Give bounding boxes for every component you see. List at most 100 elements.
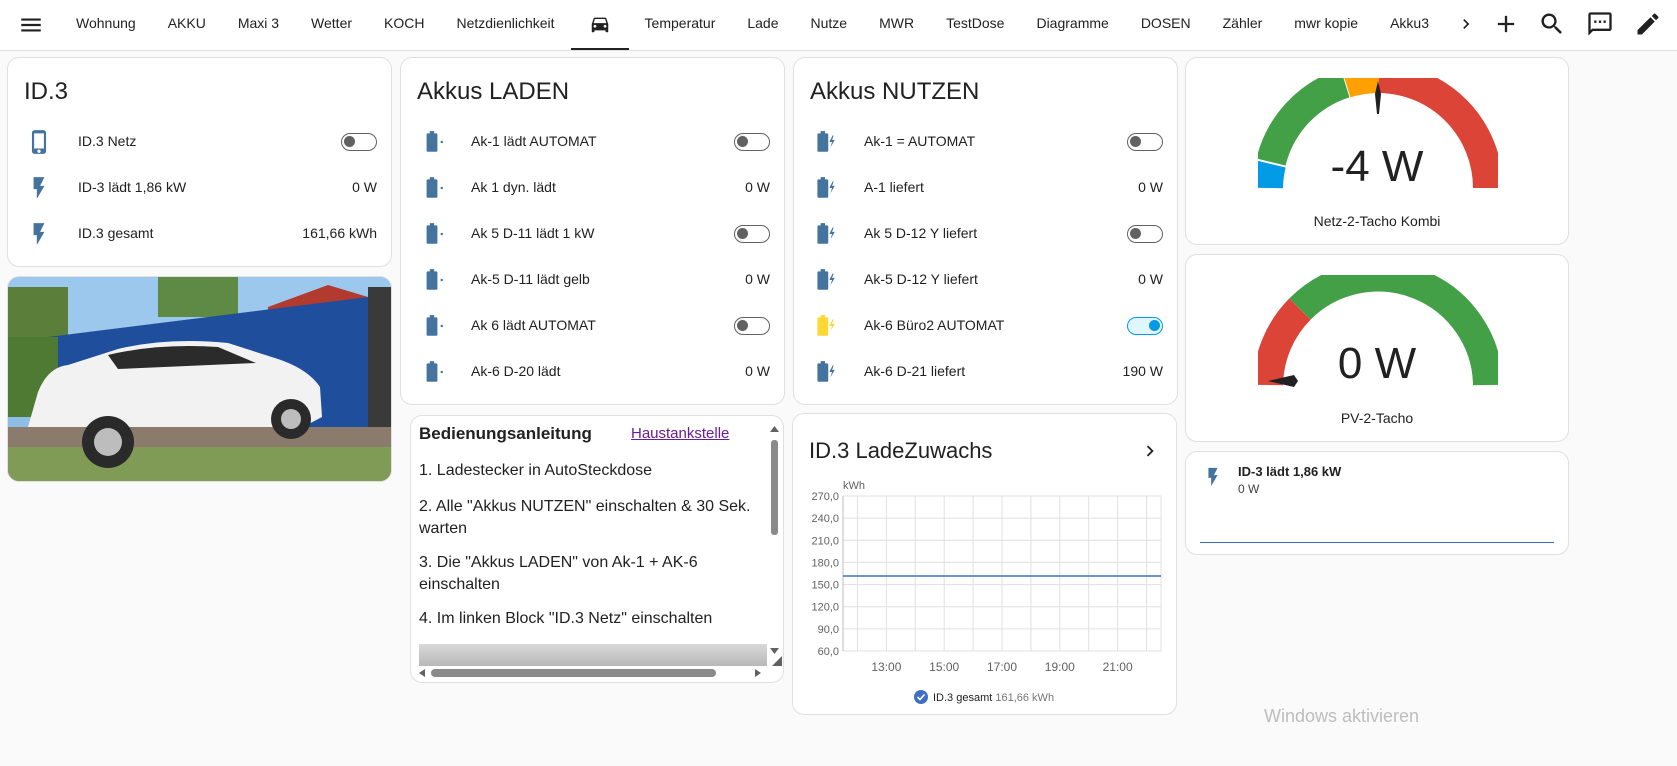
entity-value: 161,66 kWh [302, 225, 377, 241]
entity-row[interactable]: Ak 1 dyn. lädt 0 W [401, 164, 784, 210]
instruction-step: 3. Die "Akkus LADEN" von Ak-1 + AK-6 ein… [419, 554, 698, 593]
toggle-switch[interactable] [734, 133, 770, 151]
tab-akku3[interactable]: Akku3 [1374, 0, 1445, 50]
x-tick-label: 21:00 [1103, 660, 1133, 674]
entity-row[interactable]: Ak 5 D-11 lädt 1 kW [401, 210, 784, 256]
sensor-value: 0 W [1238, 482, 1260, 496]
entity-label: Ak-5 D-11 lädt gelb [471, 271, 590, 287]
entity-row-id3-gesamt[interactable]: ID.3 gesamt 161,66 kWh [8, 210, 391, 256]
flash-icon [33, 177, 45, 199]
chevron-right-icon[interactable] [1139, 440, 1161, 462]
entity-value: 190 W [1122, 363, 1163, 379]
toggle-switch[interactable] [734, 225, 770, 243]
toggle-switch[interactable] [734, 317, 770, 335]
entity-row[interactable]: Ak-5 D-12 Y liefert 0 W [794, 256, 1177, 302]
chevron-right-icon[interactable] [1456, 14, 1476, 34]
entity-row[interactable]: Ak 5 D-12 Y liefert [794, 210, 1177, 256]
entity-row[interactable]: Ak-1 lädt AUTOMAT [401, 118, 784, 164]
tab-wetter[interactable]: Wetter [295, 0, 368, 50]
tab-dosen[interactable]: DOSEN [1125, 0, 1207, 50]
battery-charging-icon [426, 177, 443, 198]
tab-lade[interactable]: Lade [731, 0, 794, 50]
tab-mwr[interactable]: MWR [863, 0, 930, 50]
battery-bolt-icon [817, 315, 835, 336]
entity-value: 0 W [745, 271, 770, 287]
tab-nutze[interactable]: Nutze [795, 0, 864, 50]
entity-row[interactable]: A-1 liefert 0 W [794, 164, 1177, 210]
entity-label: Ak-6 D-21 liefert [864, 363, 966, 379]
horizontal-scrollbar[interactable] [415, 666, 765, 680]
x-tick-label: 19:00 [1045, 660, 1075, 674]
tab-netzdienlichkeit[interactable]: Netzdienlichkeit [440, 0, 570, 50]
instruction-step: 1. Ladestecker in AutoSteckdose [419, 462, 653, 479]
tab-diagramme[interactable]: Diagramme [1020, 0, 1124, 50]
gauge-label: PV-2-Tacho [1340, 410, 1414, 426]
x-tick-label: 15:00 [929, 660, 959, 674]
flash-icon [33, 223, 45, 245]
entity-value: 0 W [745, 179, 770, 195]
car-icon [591, 17, 608, 33]
tab-wohnung[interactable]: Wohnung [60, 0, 152, 50]
tab-koch[interactable]: KOCH [368, 0, 440, 50]
y-tick-label: 90,0 [818, 624, 839, 636]
card-title: Akkus NUTZEN [810, 78, 980, 105]
add-icon[interactable] [1492, 10, 1520, 38]
entity-value: 0 W [745, 363, 770, 379]
toggle-switch[interactable] [341, 133, 377, 151]
y-tick-label: 270,0 [811, 491, 839, 503]
vertical-scrollbar[interactable] [768, 420, 781, 660]
instructions-panel[interactable]: Bedienungsanleitung Haustankstelle 1. La… [410, 415, 784, 683]
gauge-label: Netz-2-Tacho Kombi [1313, 213, 1441, 229]
battery-bolt-icon [817, 223, 835, 244]
resize-grip-icon[interactable] [772, 656, 782, 666]
sensor-card[interactable]: ID-3 lädt 1,86 kW 0 W [1185, 451, 1569, 555]
battery-charging-icon [426, 315, 443, 336]
y-axis-unit-label: kWh [843, 480, 865, 492]
assist-chat-icon[interactable] [1586, 10, 1614, 38]
phone-icon [31, 130, 47, 154]
entity-label: Ak-6 D-20 lädt [471, 363, 561, 379]
gauge-value: 0 W [1337, 339, 1417, 388]
entity-label: Ak 5 D-11 lädt 1 kW [471, 225, 595, 241]
entity-row[interactable]: Ak-6 D-21 liefert 190 W [794, 348, 1177, 394]
tab-maxi-3[interactable]: Maxi 3 [222, 0, 295, 50]
edit-pencil-icon[interactable] [1634, 10, 1662, 38]
toggle-switch[interactable] [1127, 317, 1163, 335]
toggle-switch[interactable] [1127, 133, 1163, 151]
netz-gauge-card[interactable]: -4 W Netz-2-Tacho Kombi [1185, 57, 1569, 245]
entity-row[interactable]: Ak-6 D-20 lädt 0 W [401, 348, 784, 394]
entity-value: 0 W [1138, 271, 1163, 287]
y-tick-label: 210,0 [811, 535, 839, 547]
toggle-switch[interactable] [1127, 225, 1163, 243]
entity-row-id3-laedt[interactable]: ID-3 lädt 1,86 kW 0 W [8, 164, 391, 210]
entity-row[interactable]: Ak 6 lädt AUTOMAT [401, 302, 784, 348]
tab-car[interactable] [570, 0, 629, 50]
sensor-sparkline [1200, 542, 1554, 543]
battery-charging-icon [426, 223, 443, 244]
entity-row-id3-netz[interactable]: ID.3 Netz [8, 118, 391, 164]
tab-mwr-kopie[interactable]: mwr kopie [1278, 0, 1374, 50]
tab-zähler[interactable]: Zähler [1207, 0, 1279, 50]
tab-testdose[interactable]: TestDose [930, 0, 1020, 50]
haustankstelle-link[interactable]: Haustankstelle [631, 425, 729, 442]
menu-icon[interactable] [18, 12, 44, 38]
instruction-step: 4. Im linken Block "ID.3 Netz" einschalt… [419, 610, 713, 627]
image-strip [419, 644, 767, 666]
entity-label: Ak-1 = AUTOMAT [864, 133, 976, 149]
card-title: ID.3 [24, 78, 69, 105]
legend-label: ID.3 gesamt 161,66 kWh [933, 692, 1054, 704]
entity-row[interactable]: Ak-5 D-11 lädt gelb 0 W [401, 256, 784, 302]
search-icon[interactable] [1538, 10, 1566, 38]
car-photo [8, 277, 391, 481]
flash-icon [1208, 467, 1218, 487]
tab-temperatur[interactable]: Temperatur [629, 0, 732, 50]
pv-gauge-card[interactable]: 0 W PV-2-Tacho [1185, 254, 1569, 442]
y-tick-label: 240,0 [811, 513, 839, 525]
car-picture-card[interactable] [7, 276, 392, 482]
battery-charging-icon [426, 131, 443, 152]
entity-row[interactable]: Ak-6 Büro2 AUTOMAT [794, 302, 1177, 348]
windows-activation-watermark: Windows aktivieren [1264, 706, 1420, 726]
entity-row[interactable]: Ak-1 = AUTOMAT [794, 118, 1177, 164]
ladezuwachs-chart-card: ID.3 LadeZuwachs kWh 270,0 240,0 210,0 180,0… [792, 413, 1177, 715]
tab-akku[interactable]: AKKU [152, 0, 222, 50]
